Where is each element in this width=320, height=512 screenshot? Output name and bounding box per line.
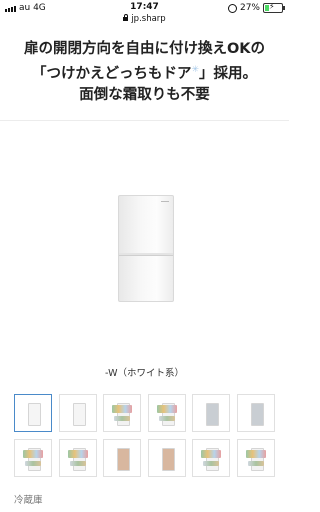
shelf-contents-icon: [203, 461, 219, 466]
shelf-contents-icon: [25, 461, 41, 466]
thumbnail-fridge-open-contents[interactable]: [147, 394, 186, 432]
product-image: [118, 195, 174, 302]
divider: [0, 120, 289, 121]
thumbnail-fridge-open-contents[interactable]: [236, 439, 275, 477]
headline-line-3: 面倒な霜取りも不要: [79, 86, 210, 103]
headline-line-2: 「つけかえどっちもドア✳」採用。: [31, 65, 258, 82]
shelf-contents-icon: [23, 450, 43, 458]
thumbnail-fridge-silver[interactable]: [192, 394, 230, 432]
shelf-contents-icon: [112, 405, 132, 413]
battery-percent: 27%: [239, 3, 260, 13]
fridge-icon: [206, 403, 219, 426]
fridge-icon: [117, 448, 130, 471]
fridge-icon: [72, 403, 86, 426]
shelf-contents-icon: [114, 416, 130, 421]
url-text: jp.sharp: [131, 14, 166, 24]
alarm-icon: [227, 3, 237, 13]
thumbnail-fridge-open-contents[interactable]: [103, 394, 141, 432]
thumbnail-fridge-brown[interactable]: [103, 439, 141, 477]
fridge-icon: [250, 403, 264, 426]
lock-icon: [123, 14, 129, 21]
shelf-contents-icon: [201, 450, 221, 458]
thumbnail-fridge-brown-angle[interactable]: [147, 439, 186, 477]
thumbnail-fridge-silver-angle[interactable]: [236, 394, 275, 432]
sparkle-icon: ✳: [191, 65, 200, 75]
shelf-contents-icon: [245, 450, 266, 458]
thumbnail-fridge-open-contents[interactable]: [58, 439, 97, 477]
url-bar[interactable]: jp.sharp: [0, 14, 289, 24]
battery-icon: ⚡: [263, 2, 285, 13]
status-bar: au 4G 17:47 jp.sharp 27% ⚡: [0, 0, 289, 28]
shelf-contents-icon: [247, 461, 264, 466]
shelf-contents-icon: [156, 405, 177, 413]
shelf-contents-icon: [158, 416, 175, 421]
variant-label: -W（ホワイト系）: [105, 368, 184, 379]
thumbnail-fridge-white-angle[interactable]: [58, 394, 97, 432]
thumbnail-fridge-open-contents[interactable]: [14, 439, 52, 477]
shelf-contents-icon: [67, 450, 88, 458]
fridge-icon: [161, 448, 175, 471]
section-heading: 冷蔵庫: [14, 495, 43, 506]
headline-line-1: 扉の開閉方向を自由に付け換えOKの: [23, 41, 266, 57]
shelf-contents-icon: [69, 461, 86, 466]
fridge-icon: [28, 403, 41, 426]
page-headline: 扉の開閉方向を自由に付け換えOKの 「つけかえどっちもドア✳」採用。 面倒な霜取…: [0, 39, 289, 106]
thumbnail-fridge-open-contents[interactable]: [192, 439, 230, 477]
thumbnail-fridge-white-closed[interactable]: [14, 394, 52, 432]
